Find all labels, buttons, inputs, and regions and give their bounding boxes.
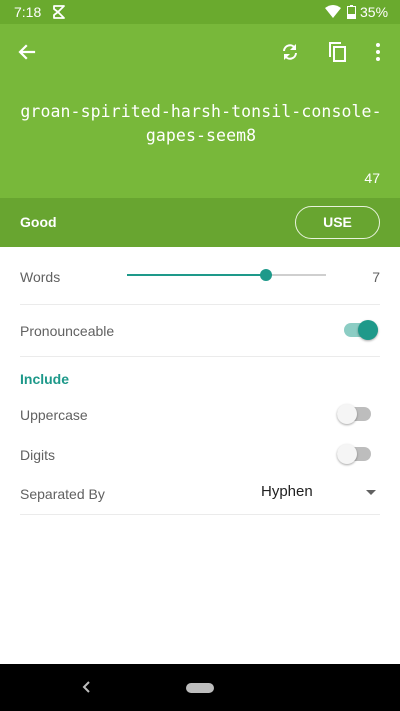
- pronounceable-toggle[interactable]: [344, 320, 378, 340]
- words-label: Words: [20, 269, 61, 285]
- uppercase-toggle[interactable]: [337, 404, 371, 424]
- nav-back-icon[interactable]: [80, 678, 94, 696]
- wifi-icon: [325, 5, 341, 18]
- toggle-knob: [337, 404, 357, 424]
- separator-dropdown[interactable]: Hyphen: [261, 480, 380, 504]
- password-header: groan-spirited-harsh-tonsil-console-gape…: [0, 24, 400, 198]
- app-notification-icon: [53, 5, 65, 19]
- regenerate-button[interactable]: [274, 36, 306, 68]
- words-slider[interactable]: [127, 269, 326, 281]
- strength-label: Good: [20, 214, 57, 230]
- generated-password: groan-spirited-harsh-tonsil-console-gape…: [20, 102, 382, 145]
- toggle-knob: [337, 444, 357, 464]
- digits-label: Digits: [20, 447, 56, 463]
- battery-percentage: 35%: [360, 4, 389, 20]
- system-nav-bar: [0, 664, 400, 711]
- words-slider-thumb[interactable]: [260, 269, 273, 281]
- divider: [20, 514, 380, 515]
- separator-value: Hyphen: [261, 483, 313, 500]
- uppercase-label: Uppercase: [20, 407, 88, 423]
- dropdown-arrow-icon: [366, 490, 376, 495]
- digits-toggle[interactable]: [337, 444, 371, 464]
- divider: [20, 356, 380, 357]
- more-options-button[interactable]: [362, 36, 394, 68]
- copy-button[interactable]: [322, 36, 354, 68]
- words-value: 7: [372, 269, 380, 285]
- divider: [20, 304, 380, 305]
- status-bar: 7:18 35%: [0, 0, 400, 24]
- use-button[interactable]: USE: [295, 206, 380, 239]
- toggle-knob: [358, 320, 378, 340]
- nav-home-icon[interactable]: [186, 683, 214, 693]
- pronounceable-label: Pronounceable: [20, 323, 115, 339]
- refresh-icon: [283, 44, 297, 60]
- strength-bar: Good USE: [0, 198, 400, 247]
- password-length: 47: [364, 170, 380, 186]
- status-time: 7:18: [14, 4, 42, 20]
- more-vert-icon: [376, 43, 380, 61]
- separator-label: Separated By: [20, 486, 105, 502]
- copy-icon: [329, 42, 346, 62]
- back-arrow-icon: [18, 44, 36, 60]
- include-section-header: Include: [20, 371, 70, 387]
- battery-icon: [347, 5, 356, 19]
- back-button[interactable]: [11, 36, 43, 68]
- words-slider-fill: [127, 274, 267, 276]
